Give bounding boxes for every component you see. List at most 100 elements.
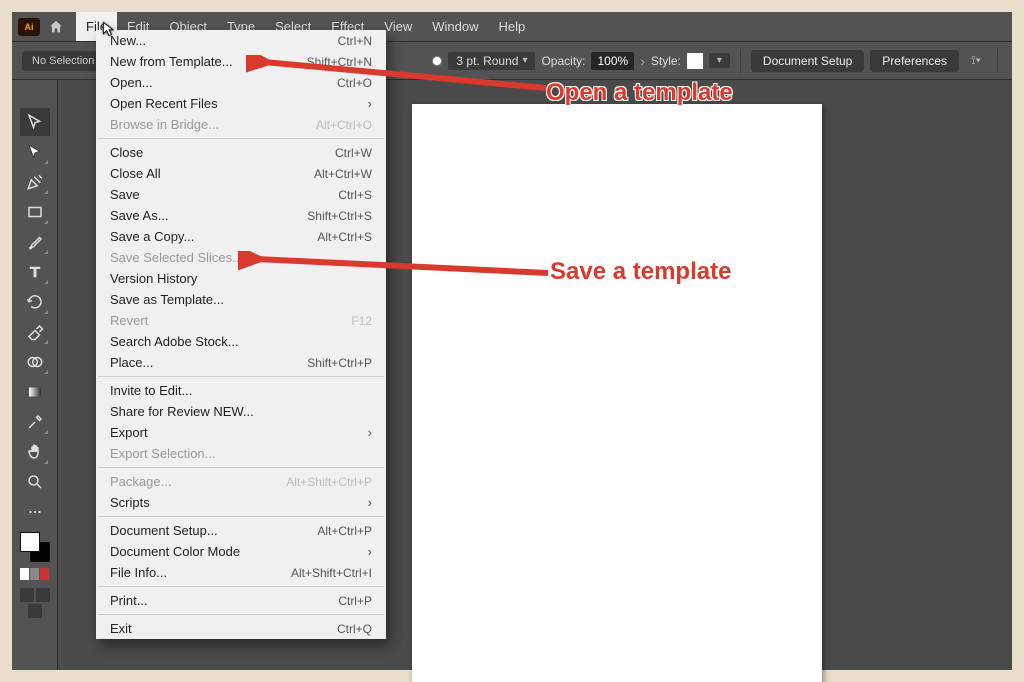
menu-item-label: Save As... bbox=[110, 208, 169, 223]
menu-item-search-adobe-stock[interactable]: Search Adobe Stock... bbox=[96, 331, 386, 352]
menu-shortcut: Alt+Shift+Ctrl+I bbox=[291, 566, 372, 580]
menu-item-open-recent-files[interactable]: Open Recent Files bbox=[96, 93, 386, 114]
shape-builder-tool[interactable] bbox=[20, 348, 50, 376]
menu-item-label: Revert bbox=[110, 313, 148, 328]
menu-shortcut: Alt+Shift+Ctrl+P bbox=[286, 475, 372, 489]
menu-item-label: Search Adobe Stock... bbox=[110, 334, 239, 349]
menu-item-close[interactable]: Close Ctrl+W bbox=[96, 142, 386, 163]
menu-item-scripts[interactable]: Scripts bbox=[96, 492, 386, 513]
submenu-arrow-icon bbox=[368, 96, 372, 111]
pen-tool[interactable] bbox=[20, 168, 50, 196]
zoom-tool[interactable] bbox=[20, 468, 50, 496]
rotate-tool[interactable] bbox=[20, 288, 50, 316]
menu-item-label: Version History bbox=[110, 271, 197, 286]
menu-shortcut: Alt+Ctrl+S bbox=[317, 230, 372, 244]
menu-item-place[interactable]: Place...Shift+Ctrl+P bbox=[96, 352, 386, 373]
menu-shortcut: Shift+Ctrl+P bbox=[307, 356, 372, 370]
menu-item-label: Save a Copy... bbox=[110, 229, 194, 244]
submenu-arrow-icon bbox=[368, 544, 372, 559]
menu-item-label: Share for Review NEW... bbox=[110, 404, 254, 419]
menu-item-new-from-template[interactable]: New from Template...Shift+Ctrl+N bbox=[96, 51, 386, 72]
menu-shortcut: F12 bbox=[351, 314, 372, 328]
selection-status: No Selection bbox=[22, 51, 104, 71]
menu-item-new[interactable]: New...Ctrl+N bbox=[96, 30, 386, 51]
menu-item-print[interactable]: Print...Ctrl+P bbox=[96, 590, 386, 611]
menu-shortcut: Alt+Ctrl+W bbox=[314, 167, 372, 181]
menu-shortcut: Ctrl+W bbox=[335, 146, 372, 160]
menu-item-export[interactable]: Export bbox=[96, 422, 386, 443]
menu-item-save[interactable]: Save Ctrl+S bbox=[96, 184, 386, 205]
menu-item-label: Invite to Edit... bbox=[110, 383, 192, 398]
menu-item-label: Save Selected Slices... bbox=[110, 250, 243, 265]
menu-item-label: Export Selection... bbox=[110, 446, 216, 461]
menu-item-label: Close All bbox=[110, 166, 161, 181]
menu-item-label: Package... bbox=[110, 474, 171, 489]
menu-shortcut: Ctrl+O bbox=[337, 76, 372, 90]
menu-item-label: Document Color Mode bbox=[110, 544, 240, 559]
paintbrush-tool[interactable] bbox=[20, 228, 50, 256]
menu-item-close-all[interactable]: Close All Alt+Ctrl+W bbox=[96, 163, 386, 184]
menu-item-export-selection: Export Selection... bbox=[96, 443, 386, 464]
align-flyout-icon[interactable]: ⟟▾ bbox=[965, 50, 987, 72]
menu-item-exit[interactable]: ExitCtrl+Q bbox=[96, 618, 386, 639]
menu-help[interactable]: Help bbox=[488, 12, 535, 41]
menu-item-open[interactable]: Open... Ctrl+O bbox=[96, 72, 386, 93]
opacity-field[interactable]: 100% bbox=[591, 52, 634, 70]
menu-item-label: File Info... bbox=[110, 565, 167, 580]
menu-item-label: Save bbox=[110, 187, 140, 202]
menu-shortcut: Shift+Ctrl+S bbox=[307, 209, 372, 223]
color-mode-row[interactable] bbox=[20, 568, 49, 580]
submenu-arrow-icon bbox=[368, 425, 372, 440]
menu-separator bbox=[98, 586, 384, 587]
menu-item-file-info[interactable]: File Info... Alt+Shift+Ctrl+I bbox=[96, 562, 386, 583]
menu-item-save-a-copy[interactable]: Save a Copy... Alt+Ctrl+S bbox=[96, 226, 386, 247]
opacity-flyout-icon[interactable] bbox=[640, 53, 645, 69]
menu-item-label: Export bbox=[110, 425, 148, 440]
menu-item-document-setup[interactable]: Document Setup...Alt+Ctrl+P bbox=[96, 520, 386, 541]
menu-item-label: Document Setup... bbox=[110, 523, 218, 538]
menu-item-document-color-mode[interactable]: Document Color Mode bbox=[96, 541, 386, 562]
menu-window[interactable]: Window bbox=[422, 12, 488, 41]
type-tool[interactable] bbox=[20, 258, 50, 286]
menu-item-version-history[interactable]: Version History bbox=[96, 268, 386, 289]
menu-shortcut: Ctrl+Q bbox=[337, 622, 372, 636]
artboard bbox=[412, 104, 822, 682]
menu-item-share-for-review-new[interactable]: Share for Review NEW... bbox=[96, 401, 386, 422]
menu-separator bbox=[98, 516, 384, 517]
edit-toolbar-icon[interactable] bbox=[20, 498, 50, 526]
menu-item-label: Open Recent Files bbox=[110, 96, 218, 111]
fill-stroke-swatches[interactable] bbox=[20, 532, 50, 562]
menu-item-save-as[interactable]: Save As... Shift+Ctrl+S bbox=[96, 205, 386, 226]
menu-item-label: Close bbox=[110, 145, 143, 160]
tool-panel bbox=[12, 80, 58, 670]
menu-item-label: New from Template... bbox=[110, 54, 233, 69]
gradient-tool[interactable] bbox=[20, 378, 50, 406]
file-menu-dropdown: New...Ctrl+NNew from Template...Shift+Ct… bbox=[96, 30, 386, 639]
eraser-tool[interactable] bbox=[20, 318, 50, 346]
menu-separator bbox=[98, 376, 384, 377]
style-swatch[interactable] bbox=[687, 53, 703, 69]
preferences-button[interactable]: Preferences bbox=[870, 50, 959, 72]
menu-item-package: Package... Alt+Shift+Ctrl+P bbox=[96, 471, 386, 492]
style-label: Style: bbox=[651, 54, 681, 68]
menu-separator bbox=[98, 138, 384, 139]
screen-mode-icons[interactable] bbox=[20, 588, 50, 618]
home-icon[interactable] bbox=[46, 17, 66, 37]
style-select[interactable] bbox=[709, 53, 730, 68]
direct-selection-tool[interactable] bbox=[20, 138, 50, 166]
menu-item-label: Save as Template... bbox=[110, 292, 224, 307]
menu-item-label: Open... bbox=[110, 75, 153, 90]
menu-item-save-as-template[interactable]: Save as Template... bbox=[96, 289, 386, 310]
eyedropper-tool[interactable] bbox=[20, 408, 50, 436]
menu-shortcut: Ctrl+S bbox=[338, 188, 372, 202]
selection-tool[interactable] bbox=[20, 108, 50, 136]
opacity-label: Opacity: bbox=[541, 54, 585, 68]
menu-shortcut: Ctrl+N bbox=[338, 34, 372, 48]
stroke-profile-select[interactable]: 3 pt. Round bbox=[448, 52, 535, 70]
hand-tool[interactable] bbox=[20, 438, 50, 466]
document-setup-button[interactable]: Document Setup bbox=[751, 50, 864, 72]
menu-item-label: Scripts bbox=[110, 495, 150, 510]
rectangle-tool[interactable] bbox=[20, 198, 50, 226]
menu-shortcut: Alt+Ctrl+O bbox=[316, 118, 372, 132]
menu-item-invite-to-edit[interactable]: Invite to Edit... bbox=[96, 380, 386, 401]
